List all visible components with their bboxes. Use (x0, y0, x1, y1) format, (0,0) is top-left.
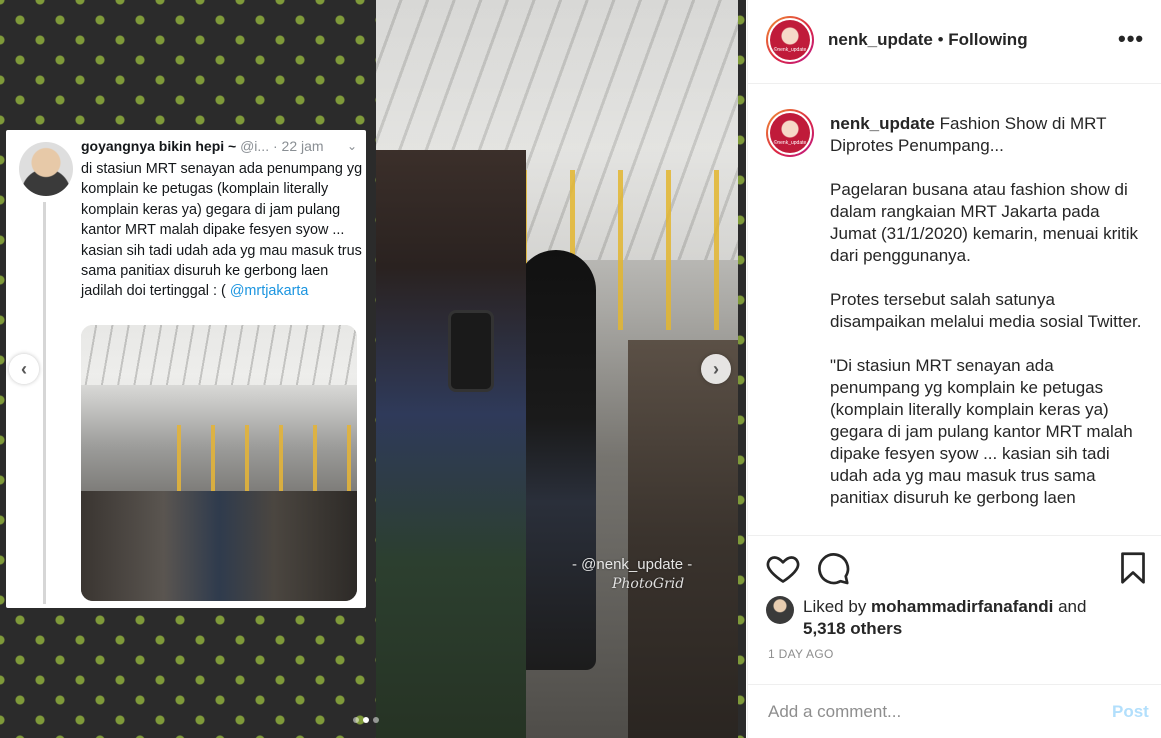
chevron-left-icon: ‹ (21, 358, 27, 379)
tweet-author-handle: @i... (240, 138, 270, 154)
phone-icon (448, 310, 494, 392)
tweet-screenshot: goyangnya bikin hepi ~ @i... · 22 jam ⌄ … (6, 130, 366, 608)
caption-paragraph: Pagelaran busana atau fashion show di da… (830, 180, 1139, 265)
heart-icon[interactable] (765, 550, 801, 586)
tweet-thread-line (43, 202, 46, 604)
tweet-author-name: goyangnya bikin hepi ~ (81, 138, 237, 154)
post-comment-button[interactable]: Post (1112, 702, 1149, 722)
caption-text: nenk_update Fashion Show di MRT Diprotes… (830, 113, 1146, 531)
caption-username-link[interactable]: nenk_update (830, 114, 935, 133)
watermark-photogrid: PhotoGrid (612, 576, 685, 592)
post-header: ©nenk_update nenk_update • Following ••• (748, 0, 1161, 84)
post-timestamp[interactable]: 1 DAY AGO (768, 647, 834, 661)
caption-avatar[interactable]: ©nenk_update (766, 109, 814, 157)
carousel-prev-button[interactable]: ‹ (9, 354, 39, 384)
more-options-icon[interactable]: ••• (1118, 26, 1144, 52)
bookmark-icon[interactable] (1115, 550, 1151, 586)
liker-avatar[interactable] (766, 596, 794, 624)
comment-icon[interactable] (815, 550, 851, 586)
tweet-body: di stasiun MRT senayan ada penumpang yg … (81, 161, 363, 300)
carousel-dot (373, 717, 379, 723)
seated-passengers (628, 340, 738, 738)
tweet-header: goyangnya bikin hepi ~ @i... · 22 jam (81, 138, 324, 154)
following-button[interactable]: Following (948, 30, 1027, 49)
header-user: nenk_update • Following (828, 30, 1028, 50)
comment-bar: Post (748, 684, 1161, 738)
avatar-text: ©nenk_update (773, 47, 807, 53)
tweet-date: · 22 jam (272, 138, 324, 154)
liked-by-prefix: Liked by (803, 597, 872, 616)
header-username-link[interactable]: nenk_update (828, 30, 933, 49)
carousel-next-button[interactable]: › (701, 354, 731, 384)
tweet-photo (81, 325, 357, 601)
tweet-body-tail: ( (221, 283, 230, 300)
header-separator: • (932, 30, 949, 49)
train-ceiling (81, 325, 357, 385)
tweet-avatar (19, 142, 73, 196)
avatar[interactable]: ©nenk_update (766, 16, 814, 64)
liked-by-and: and (1053, 597, 1087, 616)
tweet-mention: @mrtjakarta (229, 283, 309, 300)
comment-input[interactable] (768, 699, 1088, 725)
carousel-dots (353, 717, 379, 723)
caption-paragraph: "Di stasiun MRT senayan ada penumpang yg… (830, 356, 1133, 507)
post-actions: Liked by mohammadirfanafandi and 5,318 o… (748, 535, 1161, 675)
carousel-dot-active (363, 717, 369, 723)
caption-avatar-text: ©nenk_update (773, 140, 807, 146)
passenger-crowd (81, 491, 357, 601)
model-walking (516, 250, 596, 670)
watermark: - @nenk_update - (572, 556, 693, 573)
chevron-right-icon: › (713, 358, 719, 379)
carousel-dot (353, 717, 359, 723)
likes-others-link[interactable]: 5,318 others (803, 619, 902, 638)
post-media: goyangnya bikin hepi ~ @i... · 22 jam ⌄ … (0, 0, 746, 738)
liked-by-user-link[interactable]: mohammadirfanafandi (871, 597, 1053, 616)
post-side-panel: ©nenk_update nenk_update • Following •••… (747, 0, 1161, 738)
chevron-down-icon: ⌄ (347, 139, 358, 153)
caption-paragraph: Protes tersebut salah satunya disampaika… (830, 290, 1142, 331)
man-with-phone (376, 150, 526, 738)
video-frame (376, 0, 738, 738)
tweet-text: di stasiun MRT senayan ada penumpang yg … (81, 159, 364, 302)
post-caption: ©nenk_update nenk_update Fashion Show di… (748, 85, 1161, 535)
